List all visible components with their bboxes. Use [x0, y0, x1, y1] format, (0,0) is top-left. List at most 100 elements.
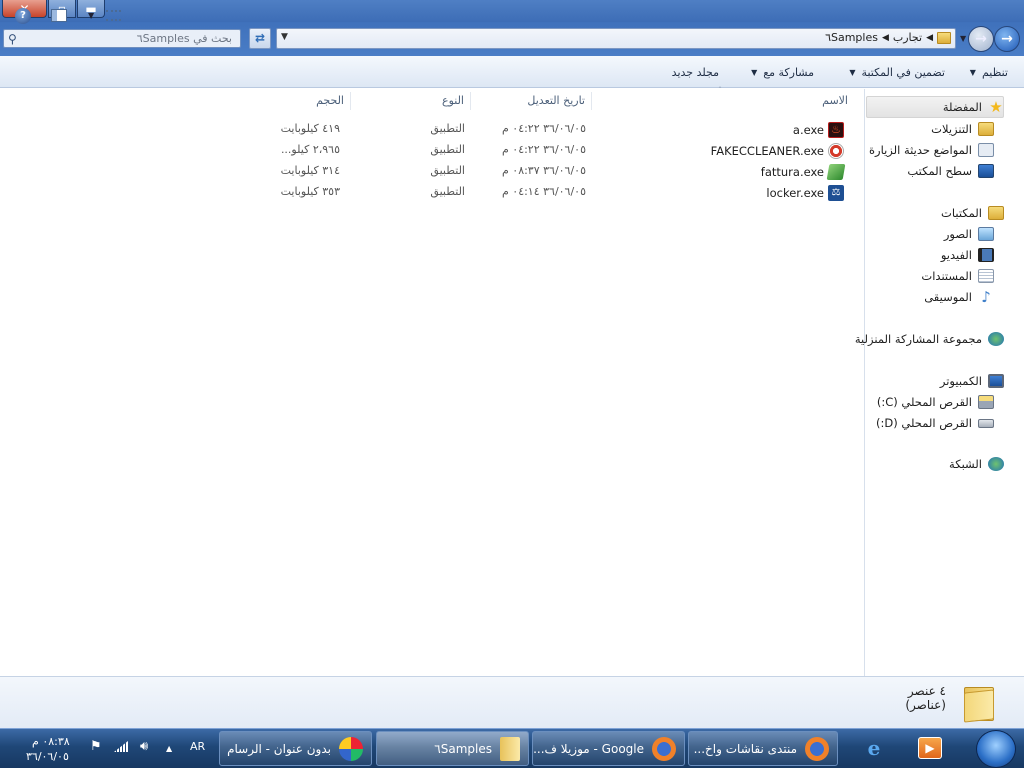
nav-item-recent-places[interactable]: المواضع حديثة الزيارة: [869, 140, 994, 160]
forward-button[interactable]: →: [968, 26, 994, 52]
money-app-icon: [826, 164, 846, 180]
views-dropdown[interactable]: ▼: [88, 11, 94, 20]
file-type: التطبيق: [430, 122, 465, 135]
back-button[interactable]: →: [994, 26, 1020, 52]
file-size: ٣٥٣ كيلوبايت: [280, 185, 340, 198]
nav-label: القرص المحلي (D:): [876, 416, 972, 430]
column-header-type[interactable]: النوع: [351, 92, 471, 110]
file-name: FAKECCLEANER.exe: [710, 144, 824, 158]
network-icon: [988, 457, 1004, 471]
nav-item-videos[interactable]: الفيديو: [941, 245, 994, 265]
search-icon[interactable]: ⚲: [8, 32, 22, 46]
recent-pages-dropdown[interactable]: ▼: [960, 34, 966, 43]
locker-app-icon: ⚖: [828, 185, 844, 201]
breadcrumb-separator-icon[interactable]: ◀: [882, 33, 889, 43]
nav-label: الموسيقى: [924, 290, 972, 304]
item-count: ٤ عنصر (عناصر): [905, 684, 946, 712]
nav-item-homegroup[interactable]: مجموعة المشاركة المنزلية: [855, 329, 1004, 349]
file-date: ٣٦/٠٦/٠٥ ٠٤:٢٢ م: [501, 143, 586, 156]
breadcrumb-item-samples[interactable]: ٦Samples: [825, 31, 878, 44]
share-with-button[interactable]: مشاركة مع ▼: [751, 66, 814, 79]
taskbar-label: منتدى نقاشات واخ...: [693, 741, 797, 756]
address-bar[interactable]: ▼ ٦Samples ◀ تجارب ◀: [276, 28, 956, 49]
nav-label: الفيديو: [940, 248, 972, 262]
file-type: التطبيق: [430, 164, 465, 177]
views-icon[interactable]: [106, 10, 121, 21]
nav-item-computer[interactable]: الكمبيوتر: [940, 371, 1004, 391]
file-size: ٢،٩٦٥ كيلو...: [280, 143, 340, 156]
include-label: تضمين في المكتبة: [861, 66, 945, 79]
nav-item-music[interactable]: ♪ الموسيقى: [924, 287, 994, 307]
window-title-bar: ✕ ▫ ▬: [0, 0, 1024, 22]
file-name-cell: FAKECCLEANER.exe: [711, 143, 844, 159]
show-hidden-icons-icon[interactable]: ▲: [166, 744, 172, 753]
taskbar-label: ٦Samples: [434, 741, 492, 756]
new-folder-button[interactable]: مجلد جديد: [672, 66, 719, 79]
nav-item-network[interactable]: الشبكة: [949, 454, 1004, 474]
file-date: ٣٦/٠٦/٠٥ ٠٤:٢٢ م: [501, 122, 586, 135]
refresh-button[interactable]: ⇄: [249, 28, 271, 49]
chevron-down-icon: ▼: [969, 68, 976, 77]
search-placeholder: بحث في ٦Samples: [136, 32, 232, 45]
breadcrumb-separator-icon[interactable]: ◀: [926, 33, 933, 43]
help-icon[interactable]: ?: [15, 8, 31, 24]
file-name: locker.exe: [766, 186, 824, 200]
internet-explorer-icon[interactable]: e: [857, 732, 891, 764]
file-name-cell: a.exe ♨: [793, 122, 844, 138]
nav-item-libraries[interactable]: المكتبات: [941, 203, 1004, 223]
file-type: التطبيق: [430, 185, 465, 198]
drive-icon: [978, 418, 994, 428]
volume-icon[interactable]: 🔊︎: [140, 739, 148, 754]
table-row[interactable]: a.exe ♨ ٣٦/٠٦/٠٥ ٠٤:٢٢ م التطبيق ٤١٩ كيلو…: [0, 119, 864, 140]
column-header-date[interactable]: تاريخ التعديل: [471, 92, 592, 110]
action-center-flag-icon[interactable]: ⚑: [90, 739, 102, 754]
taskbar-button-forum[interactable]: منتدى نقاشات واخ...: [688, 731, 838, 766]
column-header-size[interactable]: الحجم: [271, 92, 351, 110]
nav-item-favorites[interactable]: ★ المفضلة: [943, 97, 1004, 117]
nav-label: المفضلة: [942, 100, 982, 114]
nav-item-pictures[interactable]: الصور: [944, 224, 994, 244]
paint-icon: [339, 736, 363, 761]
media-player-icon[interactable]: ▶: [913, 732, 947, 764]
ccleaner-icon: [828, 143, 844, 159]
taskbar-button-google[interactable]: Google - موزيلا ف...: [532, 731, 685, 766]
clock-time[interactable]: ٠٨:٣٨ م: [32, 735, 70, 748]
taskbar-button-paint[interactable]: بدون عنوان - الرسام: [219, 731, 372, 766]
table-row[interactable]: locker.exe ⚖ ٣٦/٠٦/٠٥ ٠٤:١٤ م التطبيق ٣٥٣…: [0, 182, 864, 203]
file-date: ٣٦/٠٦/٠٥ ٠٨:٣٧ م: [501, 164, 586, 177]
start-button[interactable]: [976, 730, 1016, 768]
organize-button[interactable]: تنظيم ▼: [970, 66, 1008, 79]
nav-item-drive-d[interactable]: القرص المحلي (D:): [876, 413, 994, 433]
nav-item-drive-c[interactable]: القرص المحلي (C:): [877, 392, 994, 412]
search-input[interactable]: ⚲ بحث في ٦Samples: [3, 29, 241, 48]
nav-label: سطح المكتب: [907, 164, 972, 178]
nav-label: الصور: [943, 227, 972, 241]
language-indicator[interactable]: AR: [190, 740, 205, 753]
nav-item-downloads[interactable]: التنزيلات: [931, 119, 994, 139]
homegroup-icon: [988, 332, 1004, 346]
system-drive-icon: [978, 395, 994, 409]
address-history-dropdown[interactable]: ▼: [281, 32, 288, 42]
nav-item-documents[interactable]: المستندات: [921, 266, 994, 286]
file-name: fattura.exe: [760, 165, 824, 179]
network-status-icon[interactable]: [114, 741, 128, 755]
nav-item-desktop[interactable]: سطح المكتب: [907, 161, 994, 181]
breadcrumb-item-tajareb[interactable]: تجارب: [893, 31, 922, 44]
documents-icon: [978, 269, 994, 283]
desktop-icon: [978, 164, 994, 178]
clock-date[interactable]: ٣٦/٠٦/٠٥: [26, 750, 69, 763]
taskbar-button-samples[interactable]: ٦Samples: [376, 731, 529, 766]
table-row[interactable]: fattura.exe ٣٦/٠٦/٠٥ ٠٨:٣٧ م التطبيق ٣١٤…: [0, 161, 864, 182]
table-row[interactable]: FAKECCLEANER.exe ٣٦/٠٦/٠٥ ٠٤:٢٢ م التطبي…: [0, 140, 864, 161]
file-name-cell: locker.exe ⚖: [766, 185, 844, 201]
nav-label: القرص المحلي (C:): [876, 395, 972, 409]
column-header-name[interactable]: الاسم: [592, 92, 854, 110]
include-in-library-button[interactable]: تضمين في المكتبة ▼: [849, 66, 945, 79]
nav-label: التنزيلات: [931, 122, 972, 136]
nav-label: المكتبات: [941, 206, 982, 220]
preview-pane-icon[interactable]: [51, 9, 67, 22]
star-icon: ★: [989, 98, 1003, 116]
nav-label: المستندات: [921, 269, 972, 283]
file-size: ٤١٩ كيلوبايت: [280, 122, 340, 135]
file-name-cell: fattura.exe: [760, 164, 846, 180]
